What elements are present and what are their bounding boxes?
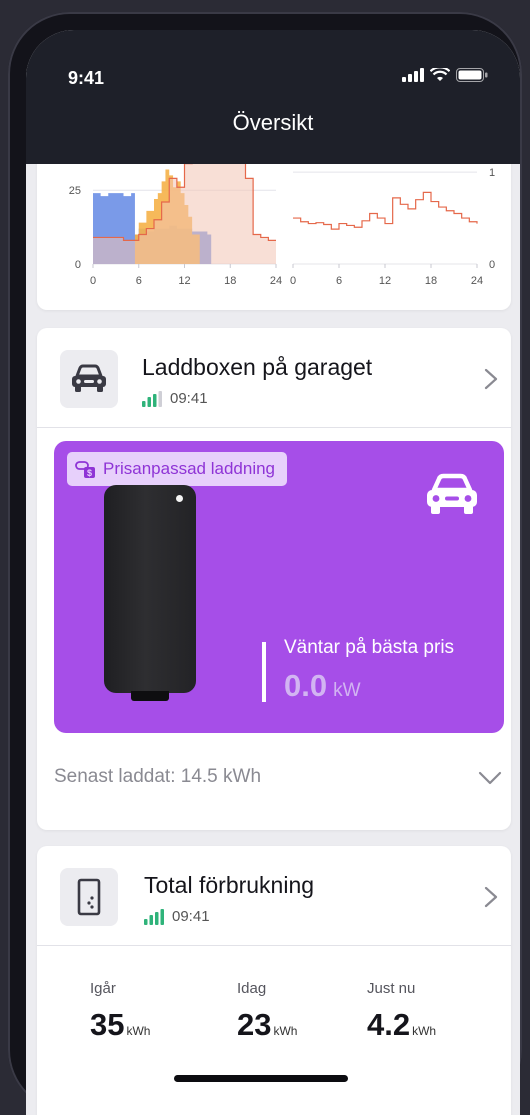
stat-unit: kWh [273, 1024, 298, 1038]
status-line [262, 642, 266, 702]
power-value: 0.0 [284, 668, 328, 703]
consumption-title: Total förbrukning [144, 872, 315, 898]
x-tick-label: 0 [290, 275, 296, 287]
stat-value: 23 kWh [237, 1007, 297, 1043]
phone-frame: 9:41 Översikt 0 25 0 6 12 18 24 0 1 0 6 … [8, 12, 522, 1115]
svg-text:$: $ [87, 468, 92, 478]
charger-signal-time: 09:41 [142, 390, 208, 407]
charger-time: 09:41 [170, 390, 208, 407]
page-title: Översikt [232, 110, 314, 135]
chevron-right-icon[interactable] [484, 886, 498, 908]
divider [37, 427, 511, 428]
app-screen: 9:41 Översikt 0 25 0 6 12 18 24 0 1 0 6 … [26, 30, 520, 1115]
y-tick-label: 0 [75, 259, 81, 271]
x-tick-label: 18 [224, 275, 236, 287]
charts: 0 25 0 6 12 18 24 0 1 0 6 12 18 24 [69, 139, 495, 287]
status-time: 9:41 [68, 68, 105, 88]
stat-unit: kWh [126, 1024, 151, 1038]
x-tick-label: 18 [425, 275, 437, 287]
line-series [293, 191, 478, 230]
stat-label: Idag [237, 980, 267, 997]
x-tick-label: 6 [336, 275, 342, 287]
chevron-down-icon[interactable] [478, 771, 502, 785]
charger-device-base [131, 691, 169, 701]
x-tick-label: 24 [471, 275, 483, 287]
home-indicator[interactable] [174, 1075, 348, 1082]
stat-value: 4.2 kWh [367, 1007, 436, 1043]
stat-value: 35 kWh [90, 1007, 150, 1043]
price-link-icon: $ [75, 461, 95, 478]
price-mode-badge[interactable]: $ Prisanpassad laddning [67, 452, 288, 486]
stat-now: Just nu 4.2 kWh [367, 980, 436, 1043]
x-tick-label: 12 [379, 275, 391, 287]
stat-label: Igår [90, 980, 116, 997]
charger-led [176, 495, 183, 502]
y-tick-label: 0 [489, 259, 495, 271]
stat-number: 35 [90, 1007, 125, 1042]
x-tick-label: 12 [178, 275, 190, 287]
y-tick-label: 25 [69, 185, 81, 197]
consumption-signal-time: 09:41 [144, 908, 210, 925]
top-bar: 9:41 Översikt [26, 30, 520, 164]
car-status-icon [427, 473, 477, 514]
signal-strength-icon [142, 390, 162, 407]
signal-strength-icon [144, 908, 164, 925]
charger-title: Laddboxen på garaget [142, 354, 373, 380]
chart-card: 0 25 0 6 12 18 24 0 1 0 6 12 18 24 [37, 139, 511, 310]
last-charged: Senast laddat: 14.5 kWh [54, 766, 262, 787]
car-icon [72, 364, 106, 392]
wifi-icon [430, 68, 450, 81]
stat-today: Idag 23 kWh [237, 980, 297, 1043]
signal-icon [402, 68, 424, 82]
x-tick-label: 0 [90, 275, 96, 287]
divider [37, 945, 511, 946]
stat-unit: kWh [412, 1024, 437, 1038]
charger-card[interactable]: Laddboxen på garaget 09:41 $ Prisanpassa… [37, 328, 511, 830]
status-icons [402, 68, 488, 82]
x-tick-label: 6 [136, 275, 142, 287]
stat-label: Just nu [367, 980, 416, 997]
stat-number: 23 [237, 1007, 272, 1042]
stat-number: 4.2 [367, 1007, 411, 1042]
meter-icon-box [60, 868, 118, 926]
power-unit: kW [333, 680, 361, 701]
charging-status: Väntar på bästa pris [284, 637, 455, 658]
chevron-right-icon[interactable] [484, 368, 498, 390]
charger-status-panel[interactable]: $ Prisanpassad laddning Väntar på bästa … [54, 441, 504, 733]
meter-icon [77, 878, 101, 916]
charger-device-image [104, 485, 196, 693]
charging-power: 0.0 kW [284, 668, 361, 704]
price-mode-label: Prisanpassad laddning [103, 459, 276, 478]
x-tick-label: 24 [270, 275, 282, 287]
stat-yesterday: Igår 35 kWh [90, 980, 150, 1043]
consumption-time: 09:41 [172, 908, 210, 925]
y-tick-label: 1 [489, 167, 495, 179]
charger-car-icon-box [60, 350, 118, 408]
battery-icon [456, 68, 488, 82]
